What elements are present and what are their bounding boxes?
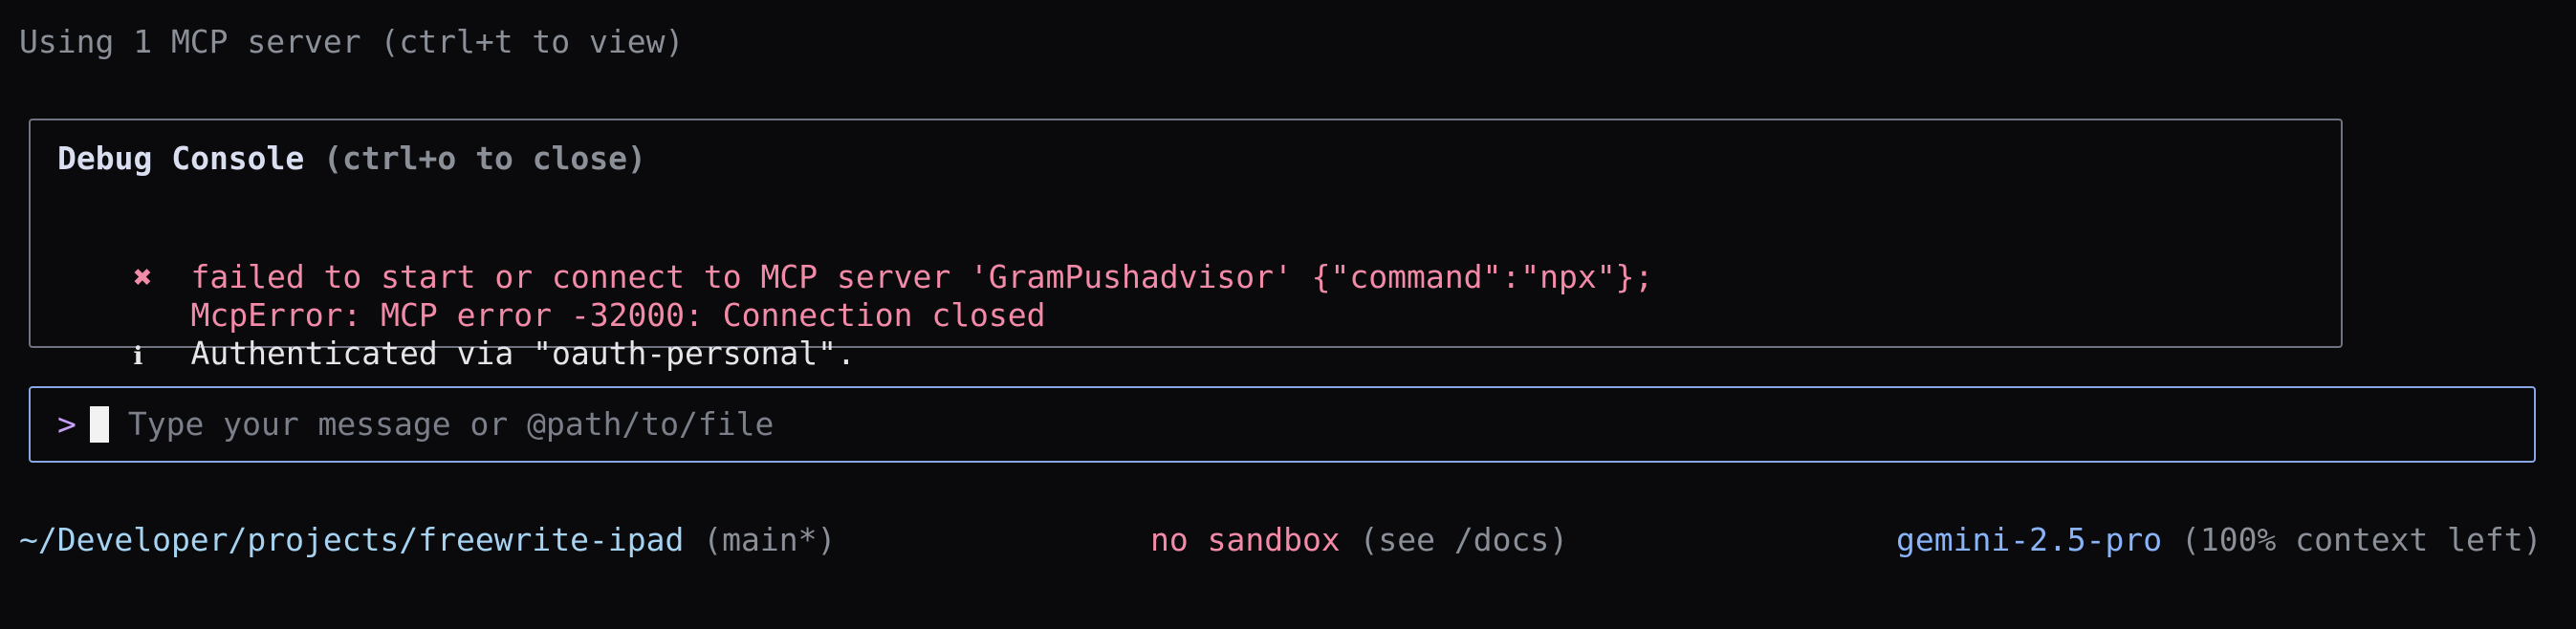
debug-console-panel: Debug Console (ctrl+o to close) ✖ failed …: [29, 119, 2343, 372]
context-remaining: (100% context left): [2181, 521, 2543, 558]
sandbox-docs-hint: (see /docs): [1359, 521, 1569, 558]
footer-working-directory: ~/Developer/projects/freewrite-ipad (mai…: [19, 521, 836, 559]
info-icon: ℹ: [133, 342, 143, 371]
debug-console-close-hint: (ctrl+o to close): [323, 140, 646, 177]
debug-console-title-text: Debug Console: [57, 140, 305, 177]
git-branch-label: (main*): [703, 521, 837, 558]
sandbox-status-text: no sandbox: [1150, 521, 1341, 558]
message-input[interactable]: Type your message or @path/to/file: [128, 405, 775, 443]
mcp-status-text: Using 1 MCP server (ctrl+t to view): [19, 23, 685, 60]
message-input-box[interactable]: > Type your message or @path/to/file: [29, 386, 2536, 463]
text-cursor: [89, 406, 109, 443]
footer-sandbox-status: no sandbox (see /docs): [1150, 521, 1568, 559]
debug-console-title: Debug Console (ctrl+o to close): [57, 140, 646, 178]
working-directory-path: ~/Developer/projects/freewrite-ipad: [19, 521, 685, 558]
prompt-row[interactable]: > Type your message or @path/to/file: [57, 405, 774, 444]
footer-model-info: gemini-2.5-pro (100% context left): [1896, 521, 2543, 559]
model-name: gemini-2.5-pro: [1896, 521, 2163, 558]
log-info-message: Authenticated via "oauth-personal".: [190, 335, 856, 372]
prompt-chevron-icon: >: [57, 405, 76, 443]
